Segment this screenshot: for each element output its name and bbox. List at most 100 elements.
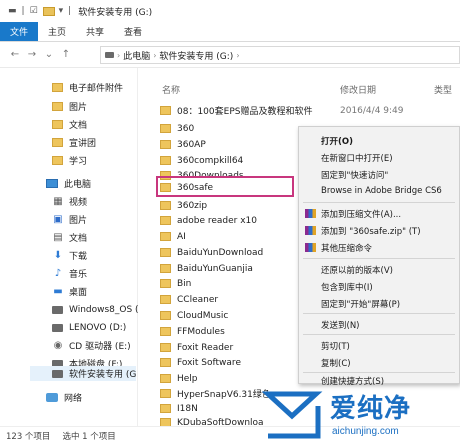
sidebar-item-this-pc[interactable]: 此电脑 <box>46 176 91 191</box>
video-icon: ▦ <box>53 196 63 207</box>
separator-icon: | <box>68 6 72 16</box>
quick-access-properties-icon[interactable]: ☑ <box>30 6 38 16</box>
menu-separator <box>303 334 455 335</box>
menu-item-pin-quick-access[interactable]: 固定到"快速访问" <box>321 169 388 181</box>
computer-icon <box>46 179 58 188</box>
folder-icon <box>160 311 171 320</box>
sidebar-item-pictures[interactable]: ▣ 图片 <box>52 212 87 227</box>
winrar-icon <box>305 226 316 235</box>
tab-view[interactable]: 查看 <box>114 22 152 41</box>
folder-icon <box>160 327 171 336</box>
column-header-date[interactable]: 修改日期 <box>340 83 376 96</box>
folder-icon <box>160 106 171 115</box>
up-arrow-icon[interactable]: ↑ <box>59 49 73 60</box>
menu-item-pin-start[interactable]: 固定到"开始"屏幕(P) <box>321 298 400 310</box>
menu-item-open[interactable]: 打开(O) <box>321 135 353 147</box>
network-icon <box>46 393 58 402</box>
folder-icon <box>52 83 63 92</box>
menu-item-other-compress[interactable]: 其他压缩命令 <box>321 242 372 254</box>
menu-item-add-to-archive[interactable]: 添加到压缩文件(A)... <box>321 208 401 220</box>
window-title: 软件安装专用 (G:) <box>78 7 153 18</box>
menu-item-cut[interactable]: 剪切(T) <box>321 340 350 352</box>
sidebar-item-windows8-os[interactable]: Windows8_OS ( <box>52 302 139 317</box>
file-list-header: 名称 修改日期 类型 <box>150 81 460 97</box>
sidebar-item-study[interactable]: 学习 <box>52 153 87 168</box>
folder-icon <box>160 374 171 383</box>
tab-home[interactable]: 主页 <box>38 22 76 41</box>
title-bar: ▬ | ☑ ▾ | 软件安装专用 (G:) <box>0 0 460 22</box>
sidebar-item-lenovo-d[interactable]: LENOVO (D:) <box>52 320 126 335</box>
menu-item-add-to-zip[interactable]: 添加到 "360safe.zip" (T) <box>321 225 421 237</box>
sidebar-item-xuanjiangtuan[interactable]: 宣讲团 <box>52 135 96 150</box>
drive-icon <box>105 52 114 58</box>
menu-item-copy[interactable]: 复制(C) <box>321 357 351 369</box>
menu-item-restore-previous[interactable]: 还原以前的版本(V) <box>321 264 393 276</box>
recent-locations-icon[interactable]: ⌄ <box>42 49 56 60</box>
navigation-pane: 电子邮件附件 图片 文档 宣讲团 学习 此电脑 ▦ 视频 ▣ 图片 ▤ 文档 ⬇ 下载 … <box>0 68 139 426</box>
folder-icon <box>52 156 63 165</box>
folder-icon <box>160 232 171 241</box>
chevron-right-icon[interactable]: › <box>153 51 156 60</box>
folder-icon <box>160 156 171 165</box>
sidebar-item-cd-drive-e[interactable]: ◉ CD 驱动器 (E:) <box>52 338 131 353</box>
watermark-url: aichunjing.com <box>332 426 399 437</box>
breadcrumb-drive-g[interactable]: 软件安装专用 (G:) <box>159 49 233 62</box>
folder-icon <box>160 295 171 304</box>
folder-icon <box>160 140 171 149</box>
window-menu-icon[interactable]: ▬ <box>8 6 17 16</box>
winrar-icon <box>305 209 316 218</box>
sidebar-item-pictures-folder[interactable]: 图片 <box>52 99 87 114</box>
sidebar-item-email-attachments[interactable]: 电子邮件附件 <box>52 80 123 95</box>
drive-icon <box>52 323 63 332</box>
new-folder-icon[interactable] <box>42 6 55 16</box>
item-count: 123 个项目 <box>6 431 51 442</box>
menu-separator <box>303 258 455 259</box>
menu-separator <box>303 202 455 203</box>
ribbon-tabs: 文件 主页 共享 查看 <box>0 22 460 42</box>
sidebar-item-downloads[interactable]: ⬇ 下载 <box>52 248 87 263</box>
selected-count: 选中 1 个项目 <box>62 431 116 442</box>
chevron-right-icon[interactable]: › <box>236 51 239 60</box>
folder-icon <box>52 102 63 111</box>
menu-item-browse-adobe-bridge[interactable]: Browse in Adobe Bridge CS6 <box>321 186 442 196</box>
sidebar-item-music[interactable]: ♪ 音乐 <box>52 266 87 281</box>
address-bar[interactable]: › 此电脑 › 软件安装专用 (G:) › <box>100 46 460 64</box>
menu-item-send-to[interactable]: 发送到(N) <box>321 319 360 331</box>
column-header-name[interactable]: 名称 <box>162 83 180 96</box>
chevron-right-icon[interactable]: › <box>117 51 120 60</box>
sidebar-item-documents-folder[interactable]: 文档 <box>52 117 87 132</box>
file-row[interactable]: 08：100套EPS赠品及教程和软件 2016/4/4 9:49 <box>150 103 460 118</box>
sidebar-item-drive-g[interactable]: 软件安装专用 (G <box>30 366 136 381</box>
folder-icon <box>160 124 171 133</box>
folder-icon <box>160 248 171 257</box>
forward-arrow-icon[interactable]: → <box>25 49 39 60</box>
menu-item-open-new-window[interactable]: 在新窗口中打开(E) <box>321 152 393 164</box>
cd-drive-icon: ◉ <box>53 340 63 351</box>
sidebar-item-videos[interactable]: ▦ 视频 <box>52 194 87 209</box>
sidebar-item-desktop[interactable]: ▬ 桌面 <box>52 284 87 299</box>
pictures-icon: ▣ <box>53 214 63 225</box>
back-arrow-icon[interactable]: ← <box>8 49 22 60</box>
tab-share[interactable]: 共享 <box>76 22 114 41</box>
folder-icon <box>52 120 63 129</box>
tab-file[interactable]: 文件 <box>0 22 39 41</box>
winrar-icon <box>305 243 316 252</box>
drive-icon <box>52 369 63 378</box>
column-header-type[interactable]: 类型 <box>434 83 452 96</box>
context-menu: 打开(O) 在新窗口中打开(E) 固定到"快速访问" Browse in Ado… <box>298 126 460 387</box>
customize-toolbar-icon[interactable]: ▾ <box>59 6 64 16</box>
documents-icon: ▤ <box>53 232 63 243</box>
download-icon: ⬇ <box>53 250 63 261</box>
sidebar-item-network[interactable]: 网络 <box>46 390 82 405</box>
selection-highlight-box <box>156 176 294 197</box>
folder-icon <box>160 389 171 398</box>
desktop-icon: ▬ <box>53 286 63 297</box>
sidebar-item-documents[interactable]: ▤ 文档 <box>52 230 87 245</box>
folder-icon <box>160 201 171 210</box>
drive-icon <box>52 305 63 314</box>
separator-icon: | <box>21 6 25 16</box>
folder-icon <box>160 264 171 273</box>
breadcrumb-this-pc[interactable]: 此电脑 <box>123 49 150 62</box>
menu-item-include-in-library[interactable]: 包含到库中(I) <box>321 281 373 293</box>
navigation-bar: ← → ⌄ ↑ › 此电脑 › 软件安装专用 (G:) › <box>0 42 460 68</box>
